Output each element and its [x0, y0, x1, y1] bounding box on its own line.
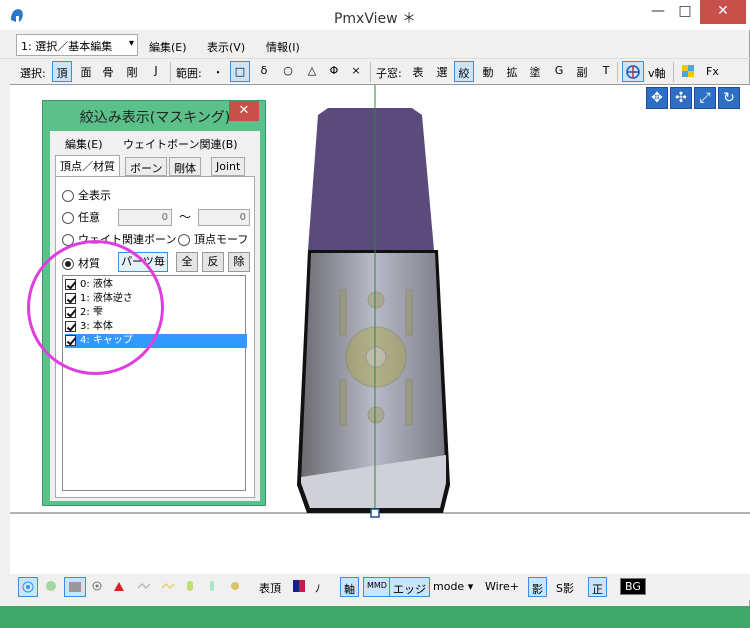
toolbar-separator: [617, 62, 618, 82]
title-bar: PmxView ＊ — □ ✕: [0, 0, 750, 30]
point-display-icon[interactable]: [88, 577, 108, 597]
range-tilde: 〜: [179, 210, 192, 224]
zoom-icon[interactable]: ⤢: [694, 87, 716, 109]
range-circle-button[interactable]: ○: [278, 61, 298, 82]
child-table-button[interactable]: 表: [408, 61, 428, 82]
rigid-display-icon[interactable]: [158, 577, 178, 597]
bg-button[interactable]: BG: [620, 578, 646, 595]
select-vertex-button[interactable]: 頂: [52, 61, 72, 82]
rotate-icon[interactable]: ↻: [718, 87, 740, 109]
dialog-close-icon[interactable]: ✕: [229, 101, 259, 121]
child-scale-button[interactable]: 拡: [502, 61, 522, 82]
radio-any[interactable]: 任意: [62, 209, 100, 225]
radio-dot: [178, 234, 190, 246]
dialog-menu-edit[interactable]: 編集(E): [65, 136, 103, 152]
maximize-button[interactable]: □: [670, 0, 700, 24]
child-move-button[interactable]: 動: [478, 61, 498, 82]
mode-dropdown[interactable]: mode ▾: [430, 577, 476, 597]
radio-dot: [62, 190, 74, 202]
radio-show-all[interactable]: 全表示: [62, 187, 111, 203]
select-label: 選択:: [20, 67, 46, 80]
range-triangle-button[interactable]: △: [302, 61, 322, 82]
select-rigid-button[interactable]: 剛: [122, 61, 142, 82]
self-shadow-button[interactable]: S影: [553, 577, 577, 597]
range-label: 範囲:: [176, 67, 202, 80]
menu-view[interactable]: 表示(V): [207, 39, 245, 55]
range-to-field[interactable]: 0: [198, 209, 250, 226]
tab-vertex-material[interactable]: 頂点／材質: [55, 155, 120, 176]
app-window: PmxView ＊ — □ ✕ 1: 選択／基本編集 ▾ 編集(E) 表示(V)…: [0, 0, 750, 606]
select-joint-button[interactable]: J: [146, 61, 166, 82]
range-phi-button[interactable]: Φ: [324, 61, 344, 82]
menu-info[interactable]: 情報(I): [266, 39, 300, 55]
range-point-button[interactable]: ・: [208, 61, 228, 82]
radio-vertex-morph[interactable]: 頂点モーフ: [178, 231, 248, 247]
radio-dot: [62, 212, 74, 224]
toolbar: 選択: 頂 面 骨 剛 J 範囲: ・ □ δ ○ △ Φ × 子窓: 表 選 …: [0, 58, 750, 84]
toolbar-separator: [673, 62, 674, 82]
mesh-display-icon[interactable]: [42, 577, 62, 597]
bottom-toolbar: 表頂 ﾉ 軸 MMD エッジ mode ▾ Wire+ 影 S影 正 BG: [0, 574, 750, 600]
mode-label: mode: [433, 580, 465, 593]
axis-button[interactable]: 軸: [340, 577, 359, 597]
mode-select-value: 1: 選択／基本編集: [21, 40, 113, 53]
child-filter-button[interactable]: 絞: [454, 61, 474, 82]
color-swatch-icon[interactable]: [290, 577, 306, 597]
child-window-label: 子窓:: [376, 67, 402, 80]
toolbar-separator: [170, 62, 171, 82]
pan-icon[interactable]: ✥: [646, 87, 668, 109]
fx-button[interactable]: Fx: [706, 65, 719, 78]
grid-icon[interactable]: [678, 61, 698, 82]
morph-display-icon[interactable]: [226, 577, 246, 597]
range-rect-button[interactable]: □: [230, 61, 250, 82]
invert-button[interactable]: 反: [202, 252, 224, 272]
window-title: PmxView ＊: [333, 11, 417, 27]
softbody-display-icon[interactable]: [204, 577, 222, 597]
range-cross-button[interactable]: ×: [346, 61, 366, 82]
dialog-menu-weight-bone[interactable]: ウェイトボーン関連(B): [123, 136, 238, 152]
wire-button[interactable]: Wire+: [482, 577, 522, 597]
v-axis-label[interactable]: v軸: [648, 65, 666, 81]
radio-label: 任意: [78, 211, 100, 224]
all-button[interactable]: 全: [176, 252, 198, 272]
joint-display-icon[interactable]: [182, 577, 200, 597]
front-view-button[interactable]: 正: [588, 577, 607, 597]
range-delta-button[interactable]: δ: [254, 61, 274, 82]
child-group-button[interactable]: G: [549, 61, 569, 82]
menu-edit[interactable]: 編集(E): [149, 39, 187, 55]
texture-display-icon[interactable]: [64, 577, 86, 597]
toolbar-separator: [370, 62, 371, 82]
select-face-button[interactable]: 面: [76, 61, 96, 82]
child-select-button[interactable]: 選: [432, 61, 452, 82]
minimize-button[interactable]: —: [643, 0, 673, 24]
move-icon[interactable]: ✣: [670, 87, 692, 109]
bone-display-icon[interactable]: [110, 577, 130, 597]
vertex-display-icon[interactable]: [18, 577, 38, 597]
ik-display-icon[interactable]: [134, 577, 154, 597]
menu-bar: 1: 選択／基本編集 ▾ 編集(E) 表示(V) 情報(I): [0, 32, 750, 58]
tab-rigid[interactable]: 剛体: [169, 157, 201, 176]
chevron-down-icon: ▾: [128, 38, 134, 49]
tab-bone[interactable]: ボーン: [125, 157, 168, 176]
child-sub-button[interactable]: 副: [572, 61, 592, 82]
highlight-circle-annotation: [27, 240, 164, 375]
mmd-button[interactable]: MMD: [363, 577, 391, 597]
radio-label: 頂点モーフ: [194, 233, 249, 246]
table-vertex-label[interactable]: 表頂: [256, 577, 284, 597]
tab-joint[interactable]: Joint: [211, 157, 246, 176]
remove-button[interactable]: 除: [228, 252, 250, 272]
close-button[interactable]: ✕: [700, 0, 746, 24]
no-label[interactable]: ﾉ: [312, 577, 324, 597]
select-bone-button[interactable]: 骨: [98, 61, 118, 82]
child-paint-button[interactable]: 塗: [525, 61, 545, 82]
radio-label: 全表示: [78, 189, 111, 202]
mode-select[interactable]: 1: 選択／基本編集 ▾: [16, 34, 138, 56]
child-t-button[interactable]: T: [596, 61, 616, 82]
shadow-button[interactable]: 影: [528, 577, 547, 597]
axis-toggle-icon[interactable]: [622, 61, 644, 82]
range-from-field[interactable]: 0: [118, 209, 172, 226]
edge-button[interactable]: エッジ: [389, 577, 430, 597]
